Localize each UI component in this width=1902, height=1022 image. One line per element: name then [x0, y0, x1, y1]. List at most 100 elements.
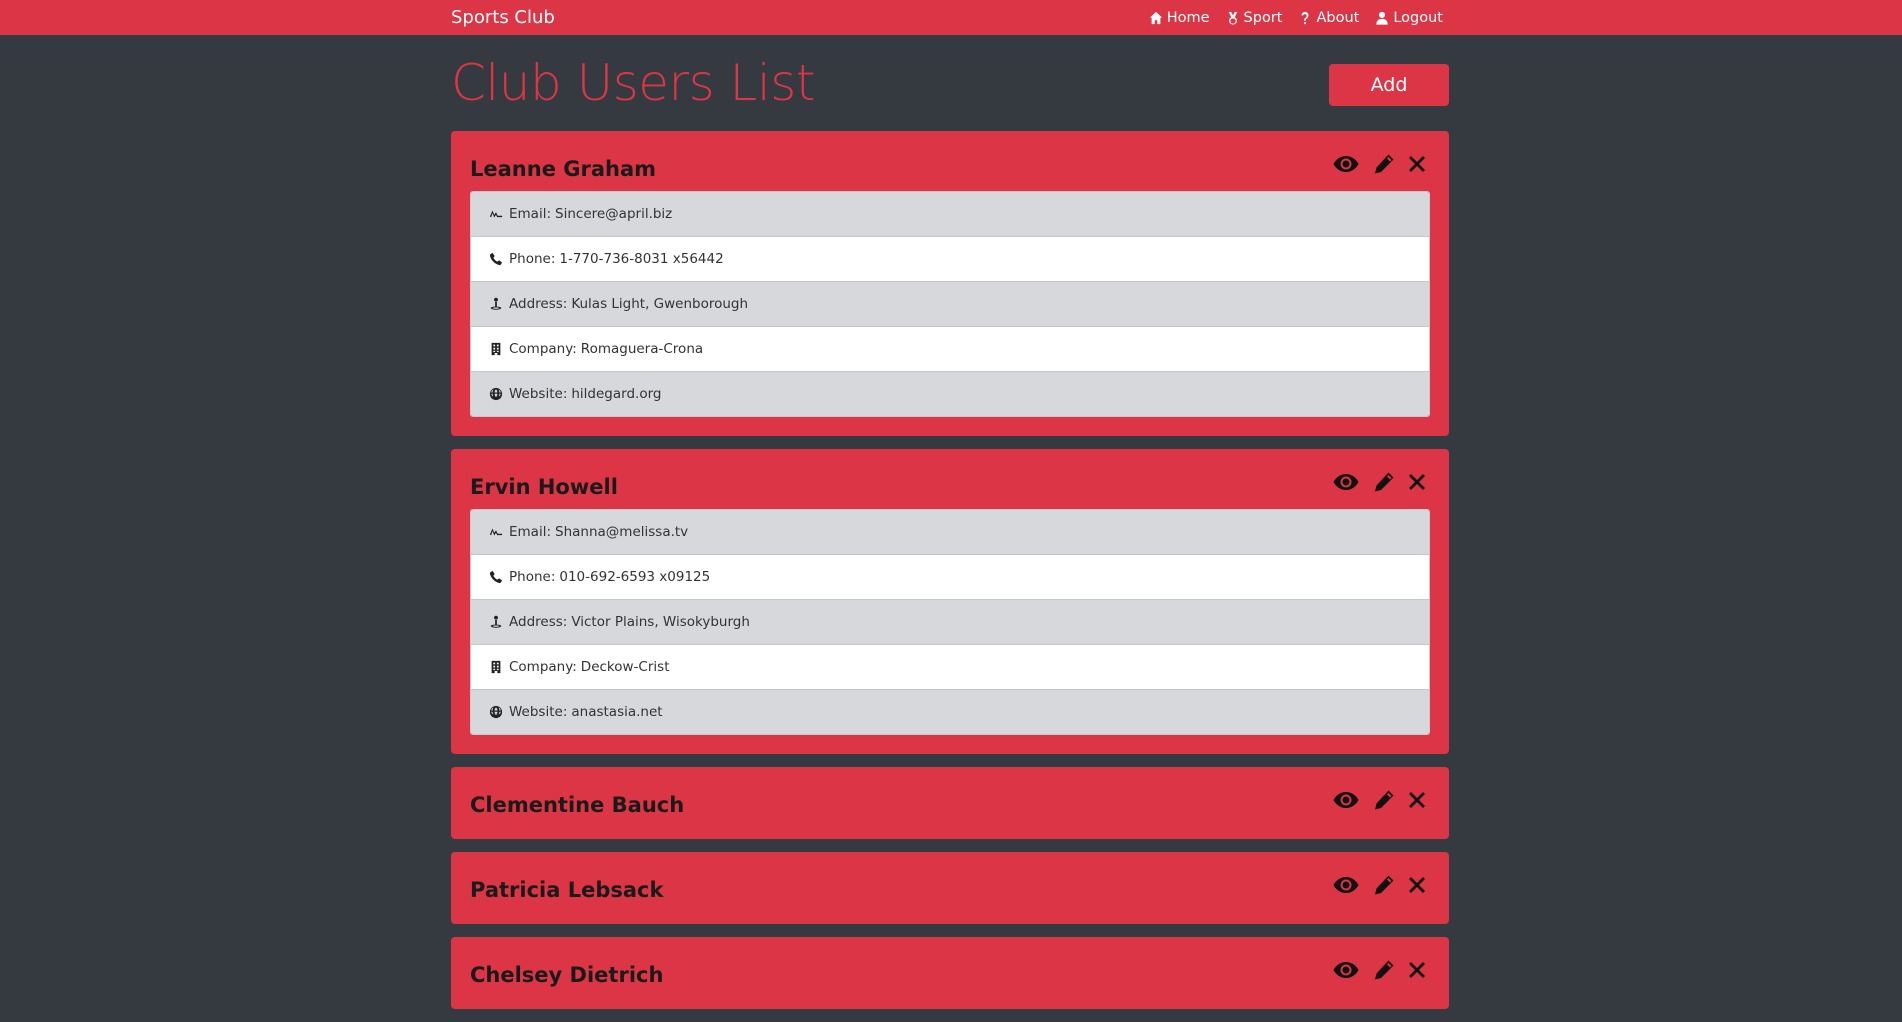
globe-icon: [489, 705, 503, 719]
user-cards: Leanne Graham Email: Sincere@april.biz Pho…: [451, 131, 1449, 1022]
user-name: Clementine Bauch: [470, 793, 685, 817]
detail-label: Email:: [509, 206, 552, 222]
user-card: Leanne Graham Email: Sincere@april.biz Pho…: [451, 131, 1449, 436]
detail-value: anastasia.net: [571, 704, 663, 720]
pencil-icon: [1375, 472, 1394, 492]
medal-icon: [1228, 11, 1237, 25]
phone-icon: [489, 252, 503, 266]
card-header: Ervin Howell: [470, 467, 1430, 501]
detail-item: Email: Sincere@april.biz: [471, 192, 1429, 236]
detail-item: Phone: 010-692-6593 x09125: [471, 554, 1429, 599]
nav-link-label: Home: [1166, 9, 1210, 26]
nav-link-label: About: [1316, 9, 1360, 26]
question-icon: [1301, 11, 1309, 24]
card-header: Leanne Graham: [470, 149, 1430, 183]
card-actions: [1333, 870, 1425, 900]
navbar: Sports Club Home Sport About Logout: [0, 0, 1902, 35]
user-card: Clementine Bauch: [451, 767, 1449, 839]
edit-button[interactable]: [1373, 153, 1395, 175]
eye-icon: [1333, 792, 1359, 808]
detail-value: Kulas Light, Gwenborough: [571, 296, 749, 312]
card-header: Chelsey Dietrich: [470, 955, 1430, 989]
detail-value: Romaguera-Crona: [580, 341, 704, 357]
detail-value: Victor Plains, Wisokyburgh: [571, 614, 750, 630]
detail-label: Company:: [509, 659, 577, 675]
view-button[interactable]: [1333, 961, 1359, 979]
detail-item: Address: Kulas Light, Gwenborough: [471, 281, 1429, 326]
detail-item: Website: hildegard.org: [471, 371, 1429, 416]
card-header: Patricia Lebsack: [470, 870, 1430, 904]
eye-icon: [1333, 962, 1359, 978]
delete-button[interactable]: [1409, 962, 1425, 978]
brand[interactable]: Sports Club: [451, 0, 555, 35]
close-icon: [1409, 877, 1425, 893]
close-icon: [1409, 156, 1425, 172]
detail-item: Company: Deckow-Crist: [471, 644, 1429, 689]
card-actions: [1333, 955, 1425, 985]
nav-link-label: Sport: [1243, 9, 1283, 26]
add-button[interactable]: Add: [1329, 64, 1449, 106]
eye-icon: [1333, 156, 1359, 172]
detail-value: hildegard.org: [571, 386, 662, 402]
edit-button[interactable]: [1373, 789, 1395, 811]
delete-button[interactable]: [1409, 877, 1425, 893]
globe-icon: [489, 387, 503, 401]
user-name: Patricia Lebsack: [470, 878, 664, 902]
eye-icon: [1333, 474, 1359, 490]
pencil-icon: [1375, 790, 1394, 810]
close-icon: [1409, 962, 1425, 978]
eye-icon: [1333, 877, 1359, 893]
detail-label: Email:: [509, 524, 552, 540]
card-header: Clementine Bauch: [470, 785, 1430, 819]
detail-label: Phone:: [509, 569, 556, 585]
detail-value: 1-770-736-8031 x56442: [559, 251, 724, 267]
user-card: Ervin Howell Email: Shanna@melissa.tv Phon…: [451, 449, 1449, 754]
edit-button[interactable]: [1373, 471, 1395, 493]
user-details-list: Email: Shanna@melissa.tv Phone: 010-692-659…: [470, 509, 1430, 735]
pencil-icon: [1375, 960, 1394, 980]
detail-label: Address:: [509, 296, 568, 312]
user-card: Patricia Lebsack: [451, 852, 1449, 924]
location-icon: [490, 297, 502, 310]
detail-value: 010-692-6593 x09125: [559, 569, 711, 585]
building-icon: [491, 660, 501, 674]
card-actions: [1333, 785, 1425, 815]
view-button[interactable]: [1333, 791, 1359, 809]
edit-button[interactable]: [1373, 874, 1395, 896]
delete-button[interactable]: [1409, 474, 1425, 490]
signature-icon: [489, 528, 503, 536]
close-icon: [1409, 474, 1425, 490]
nav-link-about[interactable]: About: [1298, 10, 1359, 26]
page-title: Club Users List: [451, 54, 815, 112]
card-actions: [1333, 149, 1425, 179]
user-name: Leanne Graham: [470, 157, 657, 181]
detail-value: Sincere@april.biz: [555, 206, 673, 222]
detail-item: Email: Shanna@melissa.tv: [471, 510, 1429, 554]
location-icon: [490, 615, 502, 628]
card-actions: [1333, 467, 1425, 497]
detail-label: Phone:: [509, 251, 556, 267]
delete-button[interactable]: [1409, 792, 1425, 808]
pencil-icon: [1375, 875, 1394, 895]
phone-icon: [489, 570, 503, 584]
detail-value: Shanna@melissa.tv: [555, 524, 689, 540]
nav-link-home[interactable]: Home: [1149, 10, 1210, 26]
user-details-list: Email: Sincere@april.biz Phone: 1-770-736-8…: [470, 191, 1430, 417]
detail-label: Company:: [509, 341, 577, 357]
edit-button[interactable]: [1373, 959, 1395, 981]
view-button[interactable]: [1333, 155, 1359, 173]
view-button[interactable]: [1333, 473, 1359, 491]
close-icon: [1409, 792, 1425, 808]
delete-button[interactable]: [1409, 156, 1425, 172]
building-icon: [491, 342, 501, 356]
detail-label: Website:: [509, 386, 568, 402]
view-button[interactable]: [1333, 876, 1359, 894]
detail-item: Company: Romaguera-Crona: [471, 326, 1429, 371]
pencil-icon: [1375, 154, 1394, 174]
detail-item: Phone: 1-770-736-8031 x56442: [471, 236, 1429, 281]
signature-icon: [489, 210, 503, 218]
nav-link-sport[interactable]: Sport: [1226, 9, 1283, 26]
nav-link-logout[interactable]: Logout: [1375, 10, 1443, 26]
detail-label: Website:: [509, 704, 568, 720]
user-card: Chelsey Dietrich: [451, 937, 1449, 1009]
